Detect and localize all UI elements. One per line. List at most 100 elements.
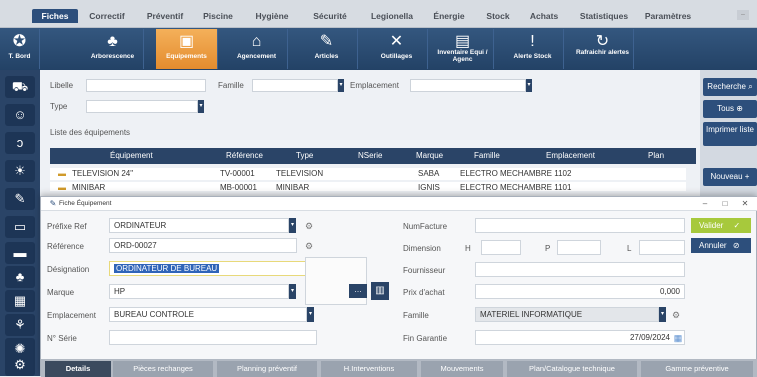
recherche-button[interactable]: Recherche ⌕ (703, 78, 757, 96)
marque-dropdown-icon[interactable]: ▾ (289, 284, 296, 299)
col-marque[interactable]: Marque (416, 151, 443, 160)
col-famille[interactable]: Famille (474, 151, 500, 160)
valider-button[interactable]: Valider ✓ (691, 218, 751, 233)
search-icon: ⌕ (748, 82, 753, 91)
tb-dashboard-button[interactable]: ✪ T. Bord (0, 29, 40, 69)
col-type[interactable]: Type (296, 151, 313, 160)
menu-stock[interactable]: Stock (480, 9, 516, 23)
tab-pieces-rechanges[interactable]: Pièces rechanges (113, 361, 213, 377)
col-emplacement[interactable]: Emplacement (546, 151, 595, 160)
check-icon: ✓ (733, 221, 741, 230)
menu-achats[interactable]: Achats (524, 9, 564, 23)
nserie-input[interactable] (109, 330, 317, 345)
calendar-icon[interactable]: ▦ (673, 333, 683, 343)
prix-input[interactable]: 0,000 (475, 284, 685, 299)
dialog-maximize-icon[interactable]: □ (717, 197, 733, 211)
tab-mouvements[interactable]: Mouvements (421, 361, 503, 377)
more-button[interactable]: … (349, 284, 367, 298)
dimension-l-input[interactable] (639, 240, 685, 255)
prefixe-label: Préfixe Ref (47, 222, 87, 231)
sidebar-tree-icon[interactable]: ⚘ (5, 314, 35, 336)
famille-gear-icon[interactable]: ⚙ (671, 310, 681, 320)
table-row[interactable]: ▬ MINIBAR MB-00001 MINIBAR IGNIS ELECTRO… (50, 182, 686, 191)
emplacement-dropdown-icon-dialog[interactable]: ▾ (307, 307, 314, 322)
menu-energie[interactable]: Énergie (427, 9, 471, 23)
table-row[interactable]: ▬ TELEVISION 24" TV-00001 TELEVISION SAB… (50, 168, 686, 180)
menu-statistiques[interactable]: Statistiques (572, 9, 636, 23)
dimension-h-input[interactable] (481, 240, 521, 255)
sidebar-grid-icon[interactable]: ▦ (5, 290, 35, 312)
fingarantie-input[interactable]: 27/09/2024 (475, 330, 685, 345)
menu-parametres[interactable]: Paramètres (640, 9, 696, 23)
tab-gamme-preventive[interactable]: Gamme préventive (641, 361, 753, 377)
designation-input[interactable]: ORDINATEUR DE BUREAU (109, 261, 317, 276)
numfacture-input[interactable] (475, 218, 685, 233)
sidebar-sun-icon[interactable]: ☀ (5, 160, 35, 182)
sidebar-sofa-icon[interactable]: ▬ (5, 242, 35, 264)
tb-articles-button[interactable]: ✎ Articles (296, 29, 358, 69)
trash-icon[interactable]: ▥ (371, 282, 389, 300)
tb-alerte-stock-button[interactable]: ! Alerte Stock (502, 29, 564, 69)
menu-piscine[interactable]: Piscine (196, 9, 240, 23)
tab-h-interventions[interactable]: H.Interventions (321, 361, 417, 377)
type-label: Type (50, 102, 68, 111)
col-reference[interactable]: Référence (226, 151, 263, 160)
sidebar-settings-icon[interactable]: ⚙ (5, 354, 35, 376)
famille-select-dialog[interactable]: MATERIEL INFORMATIQUE (475, 307, 659, 322)
tous-button[interactable]: Tous ⊕ (703, 100, 757, 118)
fournisseur-input[interactable] (475, 262, 685, 277)
menu-correctif[interactable]: Correctif (82, 9, 132, 23)
dialog-edit-icon: ✎ (49, 199, 57, 208)
window-minimize-icon[interactable]: – (737, 10, 749, 20)
tb-agencement-button[interactable]: ⌂ Agencement (226, 29, 288, 69)
emplacement-label-dialog: Emplacement (47, 311, 96, 320)
tab-planning-preventif[interactable]: Planning préventif (217, 361, 317, 377)
menu-preventif[interactable]: Préventif (140, 9, 190, 23)
imprimer-liste-button[interactable]: Imprimer liste (703, 122, 757, 146)
tab-details[interactable]: Details (45, 361, 111, 377)
nouveau-button[interactable]: Nouveau + (703, 168, 757, 186)
col-plan[interactable]: Plan (648, 151, 664, 160)
emplacement-select-dialog[interactable]: BUREAU CONTROLE (109, 307, 307, 322)
col-equipement[interactable]: Équipement (110, 151, 153, 160)
sidebar-wrench-icon[interactable]: ✎ (5, 188, 35, 210)
tb-rafraichir-button[interactable]: ↻ Rafraichir alertes (572, 29, 634, 69)
dialog-close-icon[interactable]: ✕ (737, 197, 753, 211)
sidebar-ear-icon[interactable]: ↄ (5, 132, 35, 154)
tb-inventaire-button[interactable]: ▤ Inventaire Equi / Agenc (432, 29, 494, 69)
menu-legionella[interactable]: Legionella (365, 9, 419, 23)
prefixe-gear-icon[interactable]: ⚙ (304, 221, 314, 231)
famille-dropdown-icon-dialog[interactable]: ▾ (659, 307, 666, 322)
sidebar-network-icon[interactable]: ♣ (5, 266, 35, 288)
libelle-input[interactable] (86, 79, 206, 92)
dimension-p-input[interactable] (557, 240, 601, 255)
famille-dropdown-icon[interactable]: ▾ (338, 79, 344, 92)
prefixe-select[interactable]: ORDINATEUR (109, 218, 289, 233)
col-nserie[interactable]: NSerie (358, 151, 382, 160)
folder-icon: ▬ (58, 169, 66, 178)
tb-equipements-button[interactable]: ▣ Equipements (156, 29, 218, 69)
marque-select[interactable]: HP (109, 284, 289, 299)
nserie-label: N° Série (47, 334, 77, 343)
famille-select[interactable] (252, 79, 338, 92)
tb-arborescence-button[interactable]: ♣ Arborescence (82, 29, 144, 69)
annuler-button[interactable]: Annuler ⊘ (691, 238, 751, 253)
reference-input[interactable]: ORD-00027 (109, 238, 297, 253)
emplacement-select[interactable] (410, 79, 526, 92)
tab-plan-catalogue[interactable]: Plan/Catalogue technique (507, 361, 637, 377)
tb-outillages-button[interactable]: ✕ Outillages (366, 29, 428, 69)
type-dropdown-icon[interactable]: ▾ (198, 100, 204, 113)
sidebar-people-icon[interactable]: ☺ (5, 104, 35, 126)
emplacement-dropdown-icon[interactable]: ▾ (526, 79, 532, 92)
sidebar-tv-icon[interactable]: ▭ (5, 216, 35, 238)
sidebar-truck-icon[interactable]: ⛟ (5, 76, 35, 98)
menu-securite[interactable]: Sécurité (305, 9, 355, 23)
dialog-minimize-icon[interactable]: – (697, 197, 713, 211)
app-window: Fiches Correctif Préventif Piscine Hygiè… (0, 0, 757, 377)
menu-fiches[interactable]: Fiches (32, 9, 78, 23)
prix-label: Prix d'achat (403, 288, 445, 297)
prefixe-dropdown-icon[interactable]: ▾ (289, 218, 296, 233)
reference-gear-icon[interactable]: ⚙ (304, 241, 314, 251)
type-select[interactable] (86, 100, 198, 113)
menu-hygiene[interactable]: Hygiène (250, 9, 294, 23)
